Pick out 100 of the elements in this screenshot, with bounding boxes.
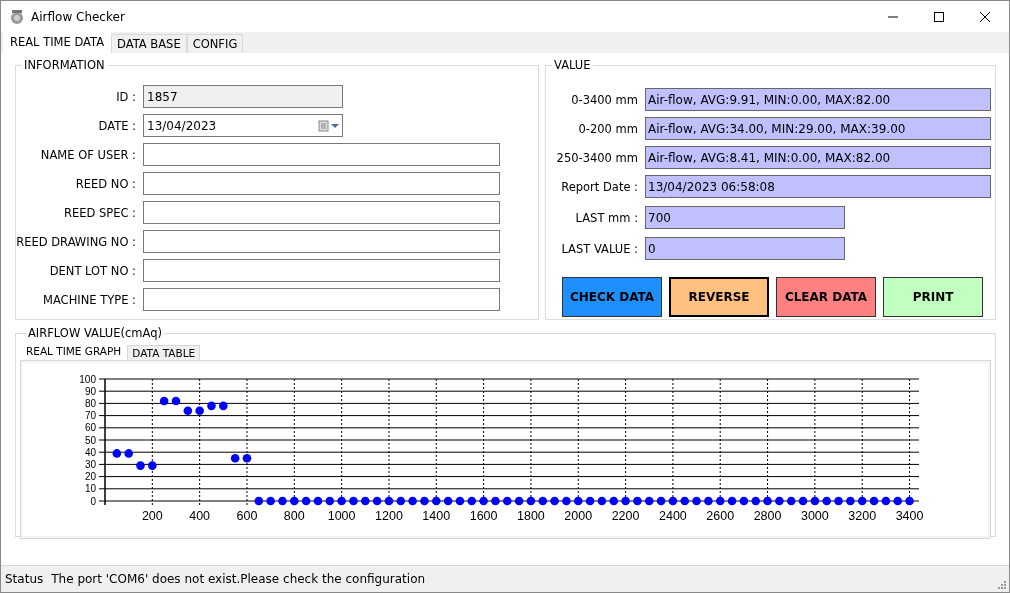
data-point [230, 454, 240, 463]
data-point [301, 496, 311, 506]
x-tick-label: 2400 [659, 509, 687, 523]
data-point [562, 496, 571, 506]
data-point [242, 454, 252, 463]
y-tick-label: 60 [84, 422, 96, 434]
input-field[interactable] [143, 288, 500, 311]
group-title: INFORMATION [23, 58, 106, 72]
x-tick-label: 800 [283, 509, 305, 523]
input-field[interactable] [143, 172, 500, 195]
value-field[interactable]: 0 [645, 237, 845, 260]
data-point [656, 496, 666, 506]
field-label: NAME OF USER : [39, 147, 137, 162]
y-tick-label: 100 [79, 373, 96, 385]
y-tick-label: 50 [84, 434, 96, 446]
field-label: ID : [115, 89, 137, 104]
data-point [278, 496, 287, 506]
field-label: REED SPEC : [62, 205, 137, 220]
x-tick-label: 200 [141, 509, 163, 523]
x-tick-label: 1800 [517, 509, 545, 523]
y-tick-label: 70 [84, 410, 96, 422]
maximize-icon[interactable] [933, 10, 945, 23]
data-point [443, 496, 453, 506]
data-point [704, 496, 713, 506]
tab[interactable]: DATA BASE [111, 34, 187, 53]
data-point [325, 496, 335, 506]
date-picker[interactable]: 13/04/2023 [143, 114, 343, 137]
data-point [881, 496, 891, 506]
group-title: VALUE [553, 58, 592, 72]
data-point [313, 496, 323, 506]
value-field[interactable]: Air-flow, AVG:34.00, MIN:29.00, MAX:39.00 [645, 117, 991, 140]
field-label: DATE : [97, 118, 137, 133]
data-point [751, 496, 761, 506]
data-point [479, 496, 488, 506]
x-tick-label: 3200 [848, 509, 877, 523]
x-tick-label: 2200 [611, 509, 640, 523]
field-label: DENT LOT NO : [48, 263, 137, 278]
input-field[interactable] [143, 143, 500, 166]
tab[interactable]: DATA TABLE [127, 345, 201, 360]
data-point [775, 496, 784, 506]
input-field[interactable] [143, 259, 500, 282]
y-tick-label: 80 [84, 397, 96, 409]
data-point [159, 396, 169, 406]
field-label: REED DRAWING NO : [16, 234, 137, 249]
value-field[interactable]: Air-flow, AVG:9.91, MIN:0.00, MAX:82.00 [645, 88, 991, 111]
data-point [680, 496, 690, 506]
y-tick-label: 30 [84, 458, 96, 470]
field-label: MACHINE TYPE : [42, 292, 137, 307]
data-point [644, 496, 654, 506]
action-button[interactable]: PRINT [883, 277, 983, 317]
value-field[interactable]: 700 [645, 206, 845, 229]
x-tick-label: 600 [236, 509, 258, 523]
input-field[interactable]: 1857 [143, 85, 343, 108]
resize-grip-icon[interactable] [996, 579, 1006, 589]
data-point [786, 496, 796, 506]
y-tick-label: 90 [84, 385, 96, 397]
calendar-dropdown-icon[interactable] [318, 119, 340, 132]
data-point [183, 406, 193, 415]
window-title: Airflow Checker [31, 9, 125, 24]
data-point [349, 496, 358, 506]
action-button[interactable]: CHECK DATA [562, 277, 662, 317]
x-tick-label: 1400 [422, 509, 451, 523]
data-point [207, 401, 216, 411]
data-point [739, 496, 749, 506]
x-tick-label: 2800 [753, 509, 782, 523]
data-point [633, 496, 642, 506]
input-field[interactable] [143, 230, 500, 253]
data-point [148, 461, 157, 470]
data-point [893, 496, 902, 506]
data-point [195, 406, 204, 415]
field-label: Report Date : [560, 179, 639, 194]
data-point [869, 496, 879, 506]
close-icon[interactable] [979, 10, 991, 23]
data-point [597, 496, 607, 506]
data-point [396, 496, 406, 506]
value-field[interactable]: Air-flow, AVG:8.41, MIN:0.00, MAX:82.00 [645, 146, 991, 169]
app-logo-icon [9, 8, 25, 25]
x-tick-label: 2000 [564, 509, 593, 523]
status-message: The port 'COM6' does not exist.Please check the configuration [51, 572, 426, 586]
data-point [502, 496, 512, 506]
data-point [526, 496, 536, 506]
data-point [585, 496, 595, 506]
value-field[interactable]: 13/04/2023 06:58:08 [645, 175, 991, 198]
data-point [408, 496, 417, 506]
data-point [846, 496, 855, 506]
data-point [822, 496, 831, 506]
data-point [763, 496, 772, 506]
tab[interactable]: REAL TIME DATA [3, 31, 112, 53]
tab[interactable]: CONFIG [186, 34, 244, 53]
input-field[interactable] [143, 201, 500, 224]
x-tick-label: 1200 [375, 509, 403, 523]
field-label: 250-3400 mm [555, 150, 639, 165]
data-point [727, 496, 737, 506]
x-tick-label: 3400 [895, 509, 924, 523]
x-tick-label: 2600 [706, 509, 735, 523]
data-point [455, 496, 465, 506]
field-label: LAST mm : [574, 210, 639, 225]
action-button[interactable]: CLEAR DATA [776, 277, 876, 317]
y-tick-label: 10 [84, 483, 96, 495]
action-button[interactable]: REVERSE [669, 277, 769, 317]
